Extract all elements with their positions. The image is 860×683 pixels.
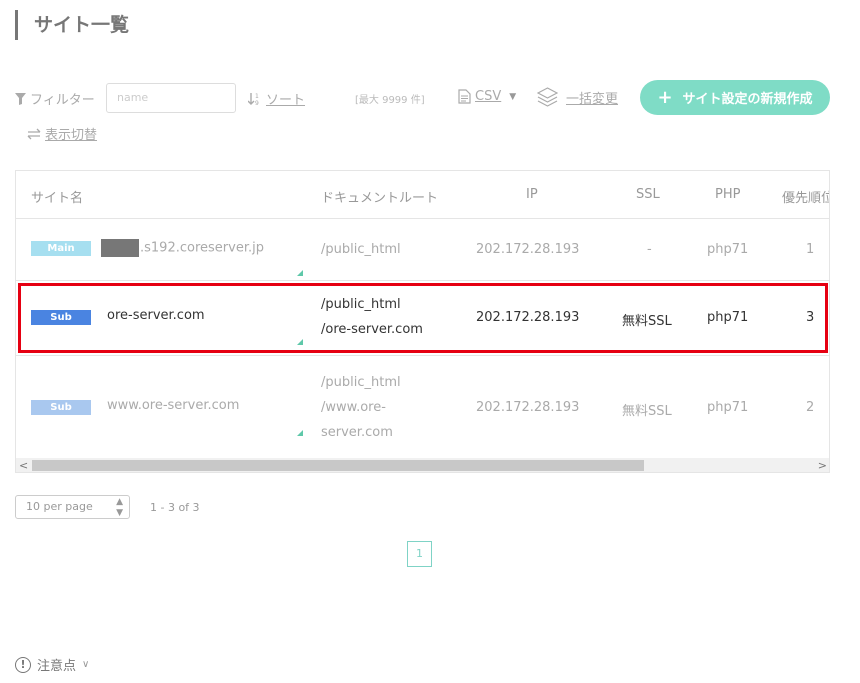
plus-icon: + <box>657 86 673 108</box>
horizontal-scrollbar[interactable]: < > <box>16 458 829 472</box>
ip-cell: 202.172.28.193 <box>476 310 580 325</box>
column-header-ip[interactable]: IP <box>526 187 538 202</box>
ssl-cell: - <box>647 242 652 257</box>
scroll-left-icon[interactable]: < <box>19 458 28 472</box>
php-cell: php71 <box>707 400 749 415</box>
max-count-note: [最大 9999 件] <box>355 95 425 106</box>
column-header-priority[interactable]: 優先順位 <box>782 187 829 206</box>
select-arrows-icon: ▲ ▼ <box>116 497 123 518</box>
svg-text:1: 1 <box>255 93 259 100</box>
status-badge: Sub <box>31 310 91 325</box>
chevron-down-icon: ∨ <box>82 659 90 670</box>
new-site-button[interactable]: + サイト設定の新規作成 <box>640 80 830 115</box>
resize-handle-icon <box>297 270 303 276</box>
bulk-change-control[interactable]: 一括変更 <box>537 87 618 107</box>
filter-control[interactable]: フィルター <box>15 89 95 108</box>
resize-handle-icon <box>297 339 303 345</box>
notice-label: 注意点 <box>37 659 77 674</box>
column-header-doc-root[interactable]: ドキュメントルート <box>321 187 438 206</box>
table-row[interactable]: Sub www.ore-server.com /public_html /www… <box>16 356 829 456</box>
page-button-1[interactable]: 1 <box>407 541 432 567</box>
site-domain[interactable]: ore-server.com <box>107 308 205 323</box>
filter-icon <box>15 92 26 105</box>
priority-cell: 1 <box>806 242 815 257</box>
sort-label: ソート <box>266 93 306 108</box>
toolbar: フィルター name 19 ソート [最大 9999 件] CSV ▼ 一括変更… <box>15 80 845 143</box>
document-icon <box>458 89 471 104</box>
filter-input[interactable]: name <box>106 83 236 113</box>
doc-root-line: /ore-server.com <box>321 322 423 337</box>
layers-icon <box>537 87 558 107</box>
ssl-cell: 無料SSL <box>622 404 672 419</box>
ip-cell: 202.172.28.193 <box>476 242 580 257</box>
scroll-right-icon[interactable]: > <box>818 458 827 472</box>
php-cell: php71 <box>707 242 749 257</box>
display-toggle-control[interactable]: 表示切替 <box>27 124 97 143</box>
svg-text:9: 9 <box>255 100 259 106</box>
table-row[interactable]: Main .s192.coreserver.jp /public_html 20… <box>16 219 829 281</box>
new-site-button-label: サイト設定の新規作成 <box>682 92 813 107</box>
page-title: サイト一覧 <box>15 10 129 40</box>
per-page-value: 10 per page <box>26 500 93 513</box>
table-header: サイト名 ドキュメントルート IP SSL PHP 優先順位 <box>16 171 829 219</box>
exclamation-icon: ! <box>15 656 31 673</box>
status-badge: Main <box>31 241 91 256</box>
per-page-select[interactable]: 10 per page ▲ ▼ <box>15 495 130 519</box>
redacted-block <box>101 239 139 257</box>
column-header-php[interactable]: PHP <box>715 187 740 202</box>
ip-cell: 202.172.28.193 <box>476 400 580 415</box>
site-table: サイト名 ドキュメントルート IP SSL PHP 優先順位 Main .s19… <box>15 170 830 473</box>
php-cell: php71 <box>707 310 749 325</box>
status-badge: Sub <box>31 400 91 415</box>
site-domain-text: .s192.coreserver.jp <box>140 240 264 256</box>
sort-icon: 19 <box>248 92 262 106</box>
scrollbar-thumb[interactable] <box>32 460 644 471</box>
display-toggle-label: 表示切替 <box>45 128 98 143</box>
notice-toggle[interactable]: ! 注意点 ∨ <box>15 655 89 674</box>
site-domain[interactable]: .s192.coreserver.jp <box>101 239 264 257</box>
sort-control[interactable]: 19 ソート <box>248 89 305 108</box>
priority-cell: 2 <box>806 400 815 415</box>
caret-down-icon: ▼ <box>509 91 517 102</box>
doc-root-line: server.com <box>321 425 393 440</box>
csv-control[interactable]: CSV ▼ <box>458 89 516 104</box>
resize-handle-icon <box>297 430 303 436</box>
column-header-site-name[interactable]: サイト名 <box>31 187 83 206</box>
doc-root-line: /public_html <box>321 375 401 390</box>
csv-label: CSV <box>475 89 502 104</box>
site-domain[interactable]: www.ore-server.com <box>107 398 239 413</box>
priority-cell: 3 <box>806 310 815 325</box>
doc-root-line: /public_html <box>321 242 401 257</box>
ssl-cell: 無料SSL <box>622 314 672 329</box>
column-header-ssl[interactable]: SSL <box>636 187 660 202</box>
doc-root-line: /public_html <box>321 297 401 312</box>
bulk-change-label: 一括変更 <box>566 91 619 107</box>
table-row[interactable]: Sub ore-server.com /public_html /ore-ser… <box>16 281 829 356</box>
doc-root-line: /www.ore- <box>321 400 386 415</box>
swap-icon <box>27 128 41 140</box>
result-range: 1 - 3 of 3 <box>150 501 200 514</box>
filter-label: フィルター <box>30 93 95 108</box>
